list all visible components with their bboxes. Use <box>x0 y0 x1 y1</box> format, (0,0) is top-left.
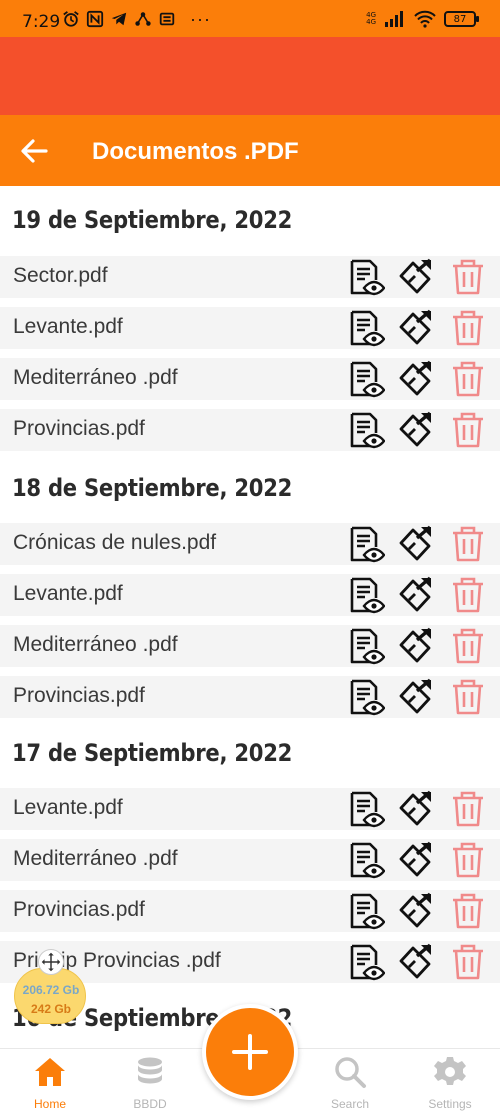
home-icon <box>35 1058 65 1086</box>
delete-icon[interactable] <box>449 525 487 563</box>
nav-search[interactable]: Search <box>300 1049 400 1111</box>
share-to-device-icon[interactable] <box>397 627 435 665</box>
nav-home-label: Home <box>33 1097 66 1111</box>
delete-icon[interactable] <box>449 841 487 879</box>
delete-icon[interactable] <box>449 943 487 981</box>
list-item[interactable]: Levante.pdf <box>0 788 500 830</box>
delete-icon[interactable] <box>449 309 487 347</box>
status-time: 7:29 <box>22 12 61 32</box>
file-name: Mediterráneo .pdf <box>13 366 178 389</box>
nav-settings-label: Settings <box>428 1097 472 1111</box>
delete-icon[interactable] <box>449 411 487 449</box>
status-system-icons: 4G 4G 87 <box>366 10 479 28</box>
delete-icon[interactable] <box>449 360 487 398</box>
back-arrow-icon[interactable] <box>18 136 50 166</box>
storage-total: 242 Gb <box>30 1002 72 1016</box>
gear-icon <box>434 1057 466 1085</box>
share-to-device-icon[interactable] <box>397 678 435 716</box>
file-name: Levante.pdf <box>13 315 123 338</box>
search-icon <box>335 1057 366 1088</box>
network-type: 4G 4G <box>366 11 376 26</box>
nfc-icon <box>86 10 104 28</box>
app-bar: Documentos .PDF <box>0 115 500 186</box>
nav-bbdd-label: BBDD <box>133 1097 167 1111</box>
list-item[interactable]: Crónicas de nules.pdf <box>0 523 500 565</box>
file-name: Sector.pdf <box>13 264 108 287</box>
view-document-icon[interactable] <box>347 892 385 930</box>
view-document-icon[interactable] <box>347 627 385 665</box>
file-name: Provincias.pdf <box>13 417 145 440</box>
view-document-icon[interactable] <box>347 258 385 296</box>
delete-icon[interactable] <box>449 576 487 614</box>
view-document-icon[interactable] <box>347 943 385 981</box>
file-name: Mediterráneo .pdf <box>13 633 178 656</box>
share-to-device-icon[interactable] <box>397 841 435 879</box>
date-header: 19 de Septiembre, 2022 <box>12 206 293 234</box>
document-list[interactable]: 19 de Septiembre, 2022 Sector.pdf Levant… <box>0 186 500 1048</box>
file-name: Mediterráneo .pdf <box>13 847 178 870</box>
nav-search-label: Search <box>330 1097 370 1111</box>
date-header: 18 de Septiembre, 2022 <box>12 474 293 502</box>
share-to-device-icon[interactable] <box>397 525 435 563</box>
delete-icon[interactable] <box>449 258 487 296</box>
file-name: Levante.pdf <box>13 582 123 605</box>
list-item[interactable]: Provincias.pdf <box>0 409 500 451</box>
share-to-device-icon[interactable] <box>397 790 435 828</box>
list-item[interactable]: Provincias.pdf <box>0 890 500 932</box>
file-name: Provincias.pdf <box>13 684 145 707</box>
list-item[interactable]: Mediterráneo .pdf <box>0 839 500 881</box>
file-name: Provincias.pdf <box>13 898 145 921</box>
move-icon[interactable] <box>38 949 64 975</box>
delete-icon[interactable] <box>449 790 487 828</box>
list-item[interactable]: Mediterráneo .pdf <box>0 358 500 400</box>
delete-icon[interactable] <box>449 892 487 930</box>
wifi-icon <box>414 10 436 28</box>
news-icon <box>159 12 175 26</box>
view-document-icon[interactable] <box>347 309 385 347</box>
file-name: Crónicas de nules.pdf <box>13 531 217 554</box>
view-document-icon[interactable] <box>347 360 385 398</box>
page-title: Documentos .PDF <box>92 138 299 165</box>
share-to-device-icon[interactable] <box>397 309 435 347</box>
list-item[interactable]: Sector.pdf <box>0 256 500 298</box>
share-icon <box>135 12 151 26</box>
list-item[interactable]: Provincias.pdf <box>0 676 500 718</box>
share-to-device-icon[interactable] <box>397 411 435 449</box>
share-to-device-icon[interactable] <box>397 258 435 296</box>
list-item[interactable]: Levante.pdf <box>0 574 500 616</box>
view-document-icon[interactable] <box>347 678 385 716</box>
add-document-button[interactable] <box>202 1004 298 1100</box>
view-document-icon[interactable] <box>347 525 385 563</box>
more-notifications-icon: ··· <box>190 9 211 29</box>
alarm-icon <box>63 11 79 27</box>
share-to-device-icon[interactable] <box>397 943 435 981</box>
signal-icon <box>385 11 403 27</box>
share-to-device-icon[interactable] <box>397 360 435 398</box>
plus-icon <box>232 1034 268 1070</box>
list-item[interactable]: Levante.pdf <box>0 307 500 349</box>
list-item[interactable]: Mediterráneo .pdf <box>0 625 500 667</box>
nav-home[interactable]: Home <box>0 1049 100 1111</box>
date-header: 17 de Septiembre, 2022 <box>12 739 293 767</box>
share-to-device-icon[interactable] <box>397 576 435 614</box>
delete-icon[interactable] <box>449 678 487 716</box>
file-name: Levante.pdf <box>13 796 123 819</box>
database-icon <box>138 1057 162 1084</box>
view-document-icon[interactable] <box>347 790 385 828</box>
top-banner <box>0 37 500 115</box>
storage-widget[interactable]: 206.72 Gb 242 Gb <box>14 968 86 1024</box>
share-to-device-icon[interactable] <box>397 892 435 930</box>
storage-used: 206.72 Gb <box>22 983 80 997</box>
view-document-icon[interactable] <box>347 411 385 449</box>
status-notification-icons: ··· <box>62 10 211 28</box>
telegram-icon <box>111 12 127 26</box>
view-document-icon[interactable] <box>347 841 385 879</box>
delete-icon[interactable] <box>449 627 487 665</box>
battery-icon: 87 <box>444 11 479 27</box>
nav-settings[interactable]: Settings <box>400 1049 500 1111</box>
nav-bbdd[interactable]: BBDD <box>100 1049 200 1111</box>
view-document-icon[interactable] <box>347 576 385 614</box>
status-bar: 7:29 ··· 4G 4G 87 <box>0 0 500 37</box>
